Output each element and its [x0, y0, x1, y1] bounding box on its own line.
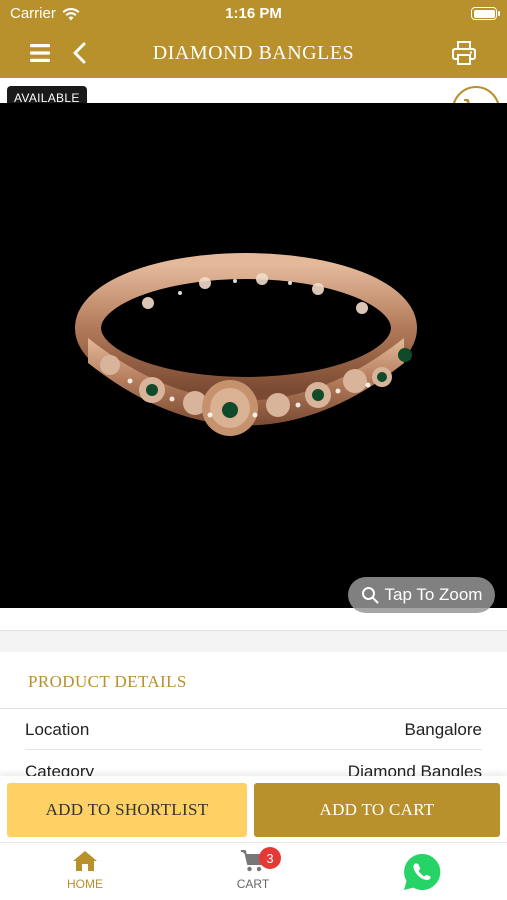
cart-count-badge: 3	[259, 847, 281, 869]
tap-to-zoom-button[interactable]: Tap To Zoom	[348, 577, 495, 613]
detail-value: Bangalore	[404, 719, 482, 739]
tab-cart[interactable]: CART 3	[203, 847, 303, 891]
whatsapp-icon[interactable]	[401, 851, 443, 893]
zoom-label: Tap To Zoom	[384, 585, 483, 604]
tab-home[interactable]: HOME	[35, 849, 135, 891]
product-details-card: PRODUCT DETAILS Location Bangalore Categ…	[0, 652, 507, 792]
product-image[interactable]	[0, 103, 507, 608]
tab-bar: HOME CART 3	[0, 842, 507, 900]
status-time: 1:16 PM	[225, 5, 282, 22]
page-title: DIAMOND BANGLES	[152, 42, 355, 64]
status-bar: Carrier 1:16 PM	[0, 0, 507, 28]
print-icon[interactable]	[451, 40, 477, 66]
tab-cart-label: CART	[236, 877, 270, 891]
bangle-image	[75, 253, 417, 436]
detail-row-location: Location Bangalore	[25, 710, 482, 750]
action-bar: ADD TO SHORTLIST ADD TO CART	[0, 776, 507, 842]
details-separator	[0, 708, 507, 709]
product-details-title: PRODUCT DETAILS	[28, 672, 187, 691]
add-to-shortlist-button[interactable]: ADD TO SHORTLIST	[7, 783, 247, 837]
battery-icon	[471, 7, 500, 20]
search-icon	[361, 587, 379, 604]
section-divider	[0, 630, 507, 652]
tab-home-label: HOME	[67, 877, 103, 891]
detail-label: Location	[25, 719, 90, 739]
add-to-cart-button[interactable]: ADD TO CART	[254, 783, 500, 837]
nav-bar: DIAMOND BANGLES	[0, 28, 507, 78]
home-icon	[73, 851, 97, 871]
